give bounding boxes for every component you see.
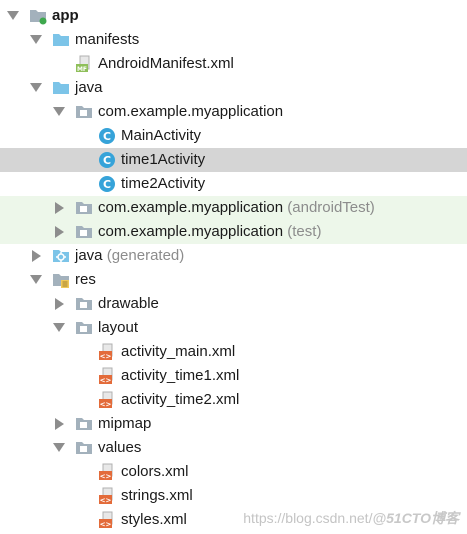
tree-row-java-generated[interactable]: java (generated) <box>0 244 467 268</box>
tree-item-label: manifests <box>75 31 140 48</box>
expand-arrow-icon[interactable] <box>53 107 65 116</box>
module-folder-icon <box>29 7 47 25</box>
class-icon: C <box>98 127 116 145</box>
watermark: https://blog.csdn.net/@51CTO博客 <box>243 508 459 528</box>
tree-row-package-main[interactable]: com.example.myapplication <box>0 100 467 124</box>
svg-text:<>: <> <box>100 497 112 505</box>
tree-item-name: com.example.myapplication <box>98 199 284 216</box>
svg-text:C: C <box>103 154 111 167</box>
tree-item-label: activity_time1.xml <box>121 367 240 384</box>
tree-row-drawable[interactable]: drawable <box>0 292 467 316</box>
tree-item-label: res <box>75 271 96 288</box>
svg-text:<>: <> <box>100 401 112 409</box>
svg-text:<>: <> <box>100 473 112 481</box>
svg-text:MF: MF <box>77 66 87 73</box>
tree-item-label: time1Activity <box>121 151 206 168</box>
expand-arrow-icon[interactable] <box>30 83 42 92</box>
tree-row-strings-xml[interactable]: <> strings.xml <box>0 484 467 508</box>
expand-arrow-icon[interactable] <box>30 35 42 44</box>
class-icon: C <box>98 175 116 193</box>
tree-row-layout[interactable]: layout <box>0 316 467 340</box>
folder-icon <box>52 31 70 49</box>
tree-item-label: layout <box>98 319 139 336</box>
expand-arrow-icon[interactable] <box>7 11 19 20</box>
tree-row-package-android-test[interactable]: com.example.myapplication (androidTest) <box>0 196 467 220</box>
collapse-arrow-icon[interactable] <box>55 298 64 310</box>
collapse-arrow-icon[interactable] <box>55 418 64 430</box>
tree-item-label: AndroidManifest.xml <box>98 55 234 72</box>
package-icon <box>75 415 93 433</box>
tree-row-time1-activity[interactable]: C time1Activity <box>0 148 467 172</box>
folder-icon <box>52 79 70 97</box>
xml-file-icon: <> <box>98 367 116 385</box>
tree-item-label: drawable <box>98 295 159 312</box>
xml-file-icon: <> <box>98 343 116 361</box>
watermark-url: https://blog.csdn.net/ <box>243 510 373 526</box>
tree-row-activity-time1-xml[interactable]: <> activity_time1.xml <box>0 364 467 388</box>
package-icon <box>75 319 93 337</box>
tree-row-values[interactable]: values <box>0 436 467 460</box>
tree-item-label: time2Activity <box>121 175 206 192</box>
svg-text:<>: <> <box>100 377 112 385</box>
tree-item-label: java (generated) <box>75 247 184 265</box>
xml-file-icon: <> <box>98 391 116 409</box>
generated-folder-icon <box>52 247 70 265</box>
resource-folder-icon <box>52 271 70 289</box>
tree-item-label: com.example.myapplication (androidTest) <box>98 199 375 217</box>
tree-row-res[interactable]: res <box>0 268 467 292</box>
tree-row-android-manifest[interactable]: MF AndroidManifest.xml <box>0 52 467 76</box>
class-icon: C <box>98 151 116 169</box>
svg-text:<>: <> <box>100 353 112 361</box>
tree-row-manifests[interactable]: manifests <box>0 28 467 52</box>
expand-arrow-icon[interactable] <box>53 443 65 452</box>
collapse-arrow-icon[interactable] <box>32 250 41 262</box>
project-tree: app manifests MF AndroidManifest.xml jav… <box>0 0 467 534</box>
tree-item-label: styles.xml <box>121 511 187 528</box>
tree-row-colors-xml[interactable]: <> colors.xml <box>0 460 467 484</box>
tree-item-suffix: (test) <box>287 223 322 240</box>
tree-row-java[interactable]: java <box>0 76 467 100</box>
tree-row-time2-activity[interactable]: C time2Activity <box>0 172 467 196</box>
tree-item-suffix: (androidTest) <box>287 199 375 216</box>
tree-row-activity-time2-xml[interactable]: <> activity_time2.xml <box>0 388 467 412</box>
xml-file-icon: <> <box>98 487 116 505</box>
expand-arrow-icon[interactable] <box>53 323 65 332</box>
package-icon <box>75 439 93 457</box>
tree-row-package-test[interactable]: com.example.myapplication (test) <box>0 220 467 244</box>
tree-item-label: com.example.myapplication <box>98 103 284 120</box>
tree-item-label: java <box>75 79 103 96</box>
tree-item-suffix: (generated) <box>106 247 185 264</box>
tree-row-app[interactable]: app <box>0 4 467 28</box>
tree-row-main-activity[interactable]: C MainActivity <box>0 124 467 148</box>
tree-item-label: activity_main.xml <box>121 343 236 360</box>
package-icon <box>75 223 93 241</box>
tree-item-name: com.example.myapplication <box>98 223 284 240</box>
tree-item-label: colors.xml <box>121 463 189 480</box>
svg-text:C: C <box>103 178 111 191</box>
tree-item-name: java <box>75 247 103 264</box>
tree-item-label: strings.xml <box>121 487 193 504</box>
watermark-brand: @51CTO博客 <box>372 510 459 526</box>
svg-text:C: C <box>103 130 111 143</box>
collapse-arrow-icon[interactable] <box>55 226 64 238</box>
package-icon <box>75 103 93 121</box>
tree-item-label: mipmap <box>98 415 152 432</box>
collapse-arrow-icon[interactable] <box>55 202 64 214</box>
tree-item-label: values <box>98 439 142 456</box>
tree-item-label: activity_time2.xml <box>121 391 240 408</box>
xml-file-icon: <> <box>98 511 116 529</box>
tree-item-label: app <box>52 7 79 24</box>
expand-arrow-icon[interactable] <box>30 275 42 284</box>
tree-item-label: com.example.myapplication (test) <box>98 223 321 241</box>
tree-row-mipmap[interactable]: mipmap <box>0 412 467 436</box>
svg-text:<>: <> <box>100 521 112 529</box>
xml-file-icon: <> <box>98 463 116 481</box>
manifest-file-icon: MF <box>75 55 93 73</box>
package-icon <box>75 199 93 217</box>
package-icon <box>75 295 93 313</box>
tree-item-label: MainActivity <box>121 127 202 144</box>
tree-row-activity-main-xml[interactable]: <> activity_main.xml <box>0 340 467 364</box>
